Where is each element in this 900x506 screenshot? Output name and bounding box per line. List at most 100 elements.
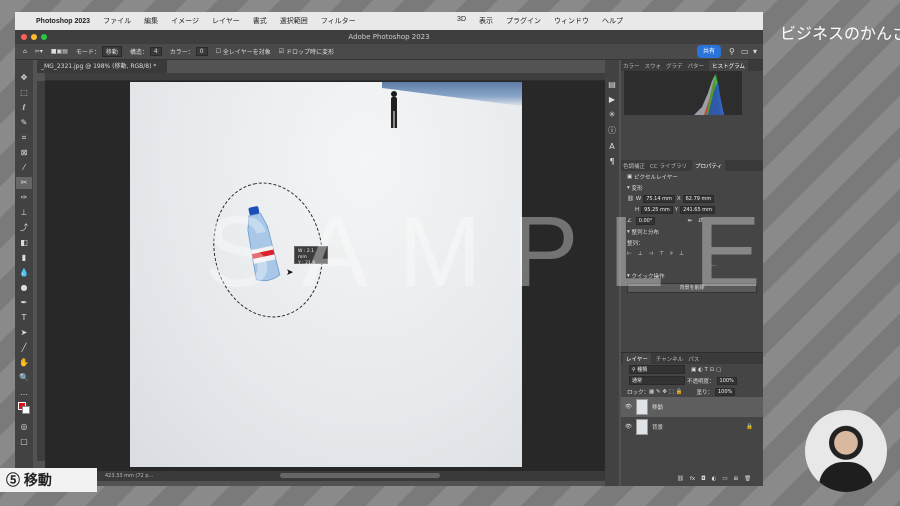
color-select[interactable]: 0 xyxy=(195,47,208,56)
menu-plugins[interactable]: プラグイン xyxy=(506,16,541,26)
menu-image[interactable]: イメージ xyxy=(171,16,199,26)
info-icon[interactable]: ⓘ xyxy=(608,125,616,136)
menu-layer[interactable]: レイヤー xyxy=(212,16,240,26)
mode-select[interactable]: 移動 xyxy=(101,46,122,57)
pixel-layer-label: ピクセルレイヤー xyxy=(633,174,678,181)
tab-cc-libraries[interactable]: CC ライブラリ xyxy=(650,162,687,170)
eyedropper-tool-icon[interactable]: ⁄ xyxy=(16,162,32,174)
fill-label: 塗り： xyxy=(696,389,713,396)
line-tool-icon[interactable]: ╱ xyxy=(16,342,32,354)
search-icon[interactable]: ⚲ xyxy=(729,47,735,56)
content-aware-move-tool-icon[interactable]: ✂▾ xyxy=(35,48,43,55)
play-panel-icon[interactable]: ▶ xyxy=(609,95,615,104)
brush-tool-icon[interactable]: ✑ xyxy=(16,192,32,204)
add-mask-icon[interactable]: ◘ xyxy=(701,476,705,482)
paragraph-panel-icon[interactable]: ¶ xyxy=(609,157,614,166)
dodge-tool-icon[interactable]: ● xyxy=(16,282,32,294)
kind-select[interactable]: ⚲ 種類 xyxy=(629,365,685,374)
more-tools-icon[interactable]: … xyxy=(16,387,32,399)
tab-gradients[interactable]: グラデ xyxy=(666,62,683,70)
menu-help[interactable]: ヘルプ xyxy=(602,16,623,26)
gradient-tool-icon[interactable]: ▮ xyxy=(16,252,32,264)
fill-field[interactable]: 100% xyxy=(714,387,736,396)
stamp-tool-icon[interactable]: ⊥ xyxy=(16,207,32,219)
adjustment-layer-icon[interactable]: ◐ xyxy=(712,476,717,482)
menu-type[interactable]: 書式 xyxy=(253,16,267,26)
more-icon[interactable]: ▾ xyxy=(753,47,757,56)
pen-tool-icon[interactable]: ✒ xyxy=(16,297,32,309)
color-swatches[interactable] xyxy=(16,402,32,418)
layer-name[interactable]: 移動 xyxy=(652,403,663,411)
visibility-eye-icon[interactable]: 👁 xyxy=(625,404,632,410)
hand-tool-icon[interactable]: ✋ xyxy=(16,357,32,369)
filter-icons[interactable]: ▣ ◐ T ⊡ ▢ xyxy=(691,367,721,373)
workspace-icon[interactable]: ▭ xyxy=(741,47,749,56)
tab-adjustments[interactable]: 色調補正 xyxy=(623,162,645,170)
quick-mask-icon[interactable]: ◎ xyxy=(16,421,32,433)
document-tab[interactable]: _MG_2321.jpg @ 198% (移動, RGB/8) * xyxy=(37,60,167,73)
eraser-tool-icon[interactable]: ◧ xyxy=(16,237,32,249)
layer-row-move[interactable]: 👁 移動 xyxy=(621,397,763,417)
structure-select[interactable]: 4 xyxy=(149,47,162,56)
menu-view[interactable]: 表示 xyxy=(479,16,493,26)
screen-mode-icon[interactable]: ▢ xyxy=(16,436,32,448)
layer-name[interactable]: 背景 xyxy=(652,423,663,431)
menu-filter[interactable]: フィルター xyxy=(321,16,356,26)
transform-header[interactable]: ▾ 変形 xyxy=(621,182,763,193)
tab-channels[interactable]: チャンネル xyxy=(656,355,683,363)
move-tool-icon[interactable]: ✥ xyxy=(16,72,32,84)
marquee-tool-icon[interactable]: ⬚ xyxy=(16,87,32,99)
tab-properties[interactable]: プロパティ xyxy=(691,159,726,172)
menu-app-name[interactable]: Photoshop 2023 xyxy=(36,18,90,25)
fx-icon[interactable]: fx xyxy=(690,476,695,482)
menu-window[interactable]: ウィンドウ xyxy=(554,16,589,26)
delete-layer-icon[interactable]: 🗑 xyxy=(744,476,751,482)
home-icon[interactable]: ⌂ xyxy=(23,48,27,55)
layer-filter-row: ⚲ 種類 ▣ ◐ T ⊡ ▢ xyxy=(621,364,763,375)
character-panel-icon[interactable]: A xyxy=(609,142,614,151)
transform-on-drop-checkbox[interactable]: ☑ ドロップ時に変形 xyxy=(279,47,334,56)
crop-tool-icon[interactable]: ⌗ xyxy=(16,132,32,144)
history-brush-icon[interactable]: ⤴ xyxy=(16,222,32,234)
step-caption: ⑤ 移動 xyxy=(0,468,97,492)
lock-icons[interactable]: ▦ ✎ ✥ ⬚ 🔒 xyxy=(649,389,682,395)
close-button[interactable] xyxy=(21,34,27,40)
history-panel-icon[interactable]: ▤ xyxy=(608,80,616,89)
layers-tabs: レイヤー チャンネル パス xyxy=(621,352,763,365)
tab-layers[interactable]: レイヤー xyxy=(623,352,651,365)
minimize-button[interactable] xyxy=(31,34,37,40)
selection-mode-icons[interactable]: ■▣▤ xyxy=(51,48,68,55)
menu-file[interactable]: ファイル xyxy=(103,16,131,26)
tab-histogram[interactable]: ヒストグラム xyxy=(709,59,748,72)
toolbar: ✥ ⬚ ℓ ✎ ⌗ ⊠ ⁄ ✂ ✑ ⊥ ⤴ ◧ ▮ 💧 ● ✒ T ➤ ╱ ✋ … xyxy=(15,60,33,486)
content-aware-move-tool-icon[interactable]: ✂ xyxy=(16,177,32,189)
top-panel-tabs: カラー スウォ グラデ パター ヒストグラム xyxy=(621,59,763,72)
link-layers-icon[interactable]: ⛓ xyxy=(677,476,684,482)
type-tool-icon[interactable]: T xyxy=(16,312,32,324)
brush-settings-icon[interactable]: ✳ xyxy=(609,110,616,119)
opacity-field[interactable]: 100% xyxy=(716,376,737,385)
frame-tool-icon[interactable]: ⊠ xyxy=(16,147,32,159)
tab-swatches[interactable]: スウォ xyxy=(645,62,662,70)
menu-edit[interactable]: 編集 xyxy=(144,16,158,26)
visibility-eye-icon[interactable]: 👁 xyxy=(625,424,632,430)
blend-mode-select[interactable]: 通常 xyxy=(629,376,685,385)
tab-paths[interactable]: パス xyxy=(688,355,699,363)
lasso-tool-icon[interactable]: ℓ xyxy=(16,102,32,114)
sample-all-layers-checkbox[interactable]: ☐ 全レイヤーを対象 xyxy=(216,47,271,56)
tab-patterns[interactable]: パター xyxy=(688,62,705,70)
blur-tool-icon[interactable]: 💧 xyxy=(16,267,32,279)
quick-select-tool-icon[interactable]: ✎ xyxy=(16,117,32,129)
menu-3d[interactable]: 3D xyxy=(457,16,466,26)
menu-select[interactable]: 選択範囲 xyxy=(280,16,308,26)
tab-color[interactable]: カラー xyxy=(623,62,640,70)
horizontal-scrollbar[interactable] xyxy=(280,473,440,478)
new-layer-icon[interactable]: ⊞ xyxy=(734,476,739,482)
zoom-button[interactable] xyxy=(41,34,47,40)
group-icon[interactable]: ▭ xyxy=(722,476,727,482)
share-button[interactable]: 共有 xyxy=(697,45,721,58)
layer-row-background[interactable]: 👁 背景 🔒 xyxy=(621,417,763,437)
zoom-tool-icon[interactable]: 🔍 xyxy=(16,372,32,384)
path-select-tool-icon[interactable]: ➤ xyxy=(16,327,32,339)
lock-label: ロック： xyxy=(627,389,650,396)
